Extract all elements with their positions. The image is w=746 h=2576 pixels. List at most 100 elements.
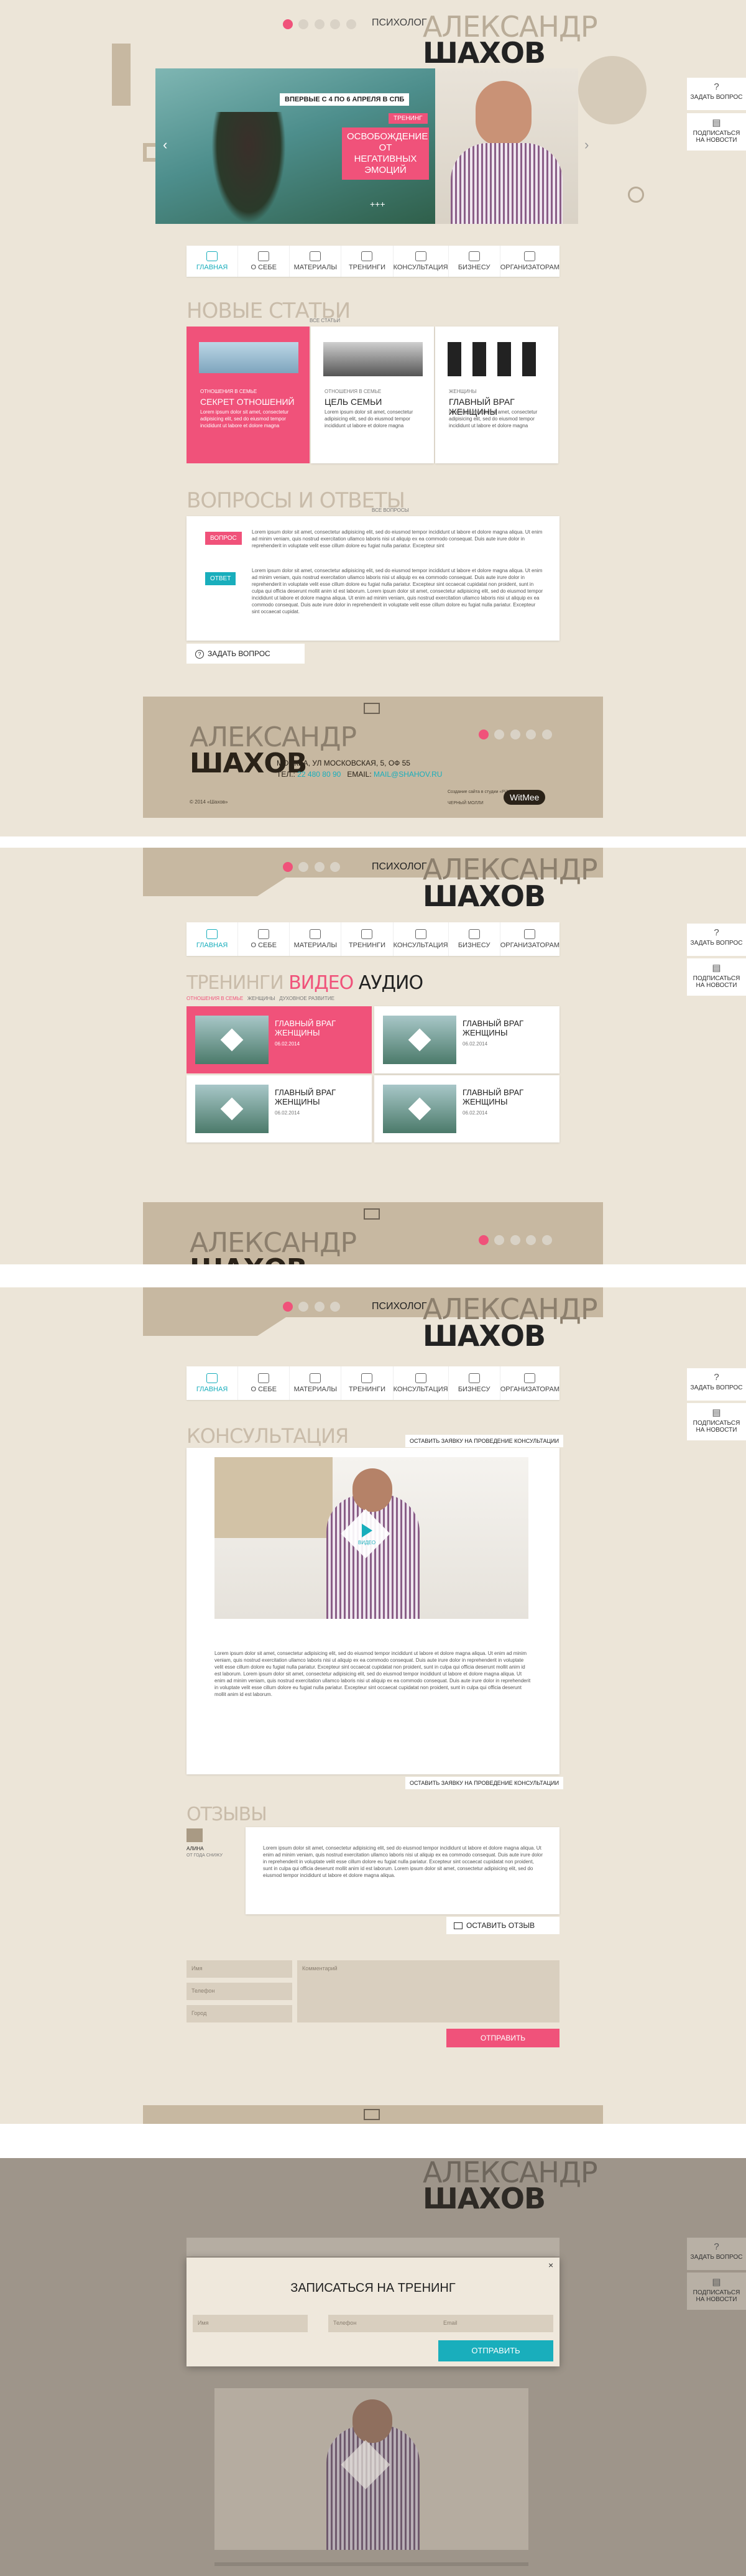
nav-organizers[interactable]: ОРГАНИЗАТОРАМ (500, 922, 560, 956)
video-card[interactable]: ГЛАВНЫЙ ВРАГ ЖЕНЩИНЫ 06.02.2014 (374, 1006, 560, 1073)
nav-organizers[interactable]: ОРГАНИЗАТОРАМ (500, 1366, 560, 1400)
arrow-left-icon[interactable]: ‹ (163, 137, 167, 153)
video-card[interactable]: ГЛАВНЫЙ ВРАГ ЖЕНЩИНЫ 06.02.2014 (186, 1006, 372, 1073)
filter-item[interactable]: ДУХОВНОЕ РАЗВИТИЕ (279, 996, 334, 1001)
consult-video[interactable]: ВИДЕО (214, 1457, 528, 1619)
hero-more[interactable]: +++ (370, 199, 385, 209)
social-icon[interactable] (526, 1235, 536, 1245)
social-icon[interactable] (510, 729, 520, 739)
tab-trainings[interactable]: ТРЕНИНГИ (186, 972, 284, 994)
consult-apply-top[interactable]: ОСТАВИТЬ ЗАЯВКУ НА ПРОВЕДЕНИЕ КОНСУЛЬТАЦ… (405, 1435, 564, 1447)
nav-home[interactable]: ГЛАВНАЯ (186, 1366, 239, 1400)
social-icon[interactable] (541, 1235, 552, 1245)
side-subscribe[interactable]: ▤ ПОДПИСАТЬСЯ НА НОВОСТИ (687, 2273, 746, 2310)
mail-icon[interactable] (364, 703, 380, 714)
mail-icon[interactable] (364, 1208, 380, 1220)
leave-review-button[interactable]: ОСТАВИТЬ ОТЗЫВ (446, 1917, 560, 1934)
social-dot[interactable] (346, 19, 356, 29)
social-icon[interactable] (494, 1235, 505, 1245)
nav-materials[interactable]: МАТЕРИАЛЫ (290, 1366, 342, 1400)
consult-title: КОНСУЛЬТАЦИЯ (186, 1424, 349, 1448)
nav-about[interactable]: О СЕБЕ (238, 246, 290, 277)
nav-home[interactable]: ГЛАВНАЯ (186, 922, 239, 956)
nav-trainings[interactable]: ТРЕНИНГИ (341, 922, 394, 956)
filter-item[interactable]: ЖЕНЩИНЫ (247, 996, 275, 1001)
review-name-field[interactable]: Имя (186, 1960, 292, 1978)
social-icon[interactable] (510, 1235, 520, 1245)
social-icon[interactable] (479, 1235, 489, 1245)
article-card[interactable]: ОТНОШЕНИЯ В СЕМЬЕ ЦЕЛЬ СЕМЬИ Lorem ipsum… (311, 327, 434, 463)
nav-about[interactable]: О СЕБЕ (238, 922, 290, 956)
social-icon[interactable] (494, 729, 505, 739)
nav-consultation[interactable]: КОНСУЛЬТАЦИЯ (394, 246, 449, 277)
social-icon[interactable] (479, 729, 489, 739)
side-subscribe[interactable]: ▤ ПОДПИСАТЬСЯ НА НОВОСТИ (687, 1403, 746, 1440)
side-ask-question[interactable]: ? ЗАДАТЬ ВОПРОС (687, 2238, 746, 2270)
studio-logo[interactable]: WitMee (504, 790, 546, 805)
social-dot[interactable] (298, 19, 309, 29)
play-icon[interactable] (408, 1097, 431, 1121)
nav-consultation[interactable]: КОНСУЛЬТАЦИЯ (394, 922, 449, 956)
mail-icon[interactable] (364, 2109, 380, 2120)
articles-all-link[interactable]: ВСЕ СТАТЬИ (310, 317, 340, 324)
review-city-field[interactable]: Город (186, 2005, 292, 2022)
nav-trainings[interactable]: ТРЕНИНГИ (341, 1366, 394, 1400)
side-subscribe[interactable]: ▤ ПОДПИСАТЬСЯ НА НОВОСТИ (687, 113, 746, 151)
nav-materials[interactable]: МАТЕРИАЛЫ (290, 246, 342, 277)
video-card[interactable]: ГЛАВНЫЙ ВРАГ ЖЕНЩИНЫ 06.02.2014 (186, 1075, 372, 1142)
modal-close-icon[interactable]: × (548, 2260, 553, 2270)
social-icon[interactable] (314, 1301, 325, 1312)
social-dot[interactable] (330, 19, 341, 29)
ask-question-button[interactable]: ? ЗАДАТЬ ВОПРОС (186, 644, 305, 664)
nav-business[interactable]: БИЗНЕСУ (449, 922, 500, 956)
modal-phone-field[interactable]: Телефон (328, 2315, 443, 2332)
hero-slider[interactable]: ВПЕРВЫЕ С 4 ПО 6 АПРЕЛЯ В СПБ ТРЕНИНГ ОС… (155, 68, 435, 224)
social-dot-active[interactable] (283, 19, 293, 29)
article-card[interactable]: ОТНОШЕНИЯ В СЕМЬЕ СЕКРЕТ ОТНОШЕНИЙ Lorem… (186, 327, 310, 463)
social-icon[interactable] (298, 861, 309, 872)
filter-item[interactable]: ОТНОШЕНИЯ В СЕМЬЕ (186, 996, 243, 1001)
social-icon[interactable] (526, 729, 536, 739)
video-date: 06.02.2014 (275, 1110, 300, 1116)
social-icon[interactable] (330, 861, 341, 872)
review-comment-field[interactable]: Комментарий (297, 1960, 560, 2022)
review-submit-button[interactable]: ОТПРАВИТЬ (446, 2029, 560, 2047)
article-card[interactable]: ЖЕНЩИНЫ ГЛАВНЫЙ ВРАГ ЖЕНЩИНЫ Lorem ipsum… (435, 327, 558, 463)
side-ask-question[interactable]: ? ЗАДАТЬ ВОПРОС (687, 78, 746, 110)
play-icon[interactable] (220, 1097, 244, 1121)
nav-about[interactable]: О СЕБЕ (238, 1366, 290, 1400)
nav-home[interactable]: ГЛАВНАЯ (186, 246, 239, 277)
side-subscribe[interactable]: ▤ ПОДПИСАТЬСЯ НА НОВОСТИ (687, 958, 746, 996)
consult-apply-bottom[interactable]: ОСТАВИТЬ ЗАЯВКУ НА ПРОВЕДЕНИЕ КОНСУЛЬТАЦ… (405, 1777, 564, 1789)
social-icon[interactable] (330, 1301, 341, 1312)
social-dot[interactable] (314, 19, 325, 29)
nav-business[interactable]: БИЗНЕСУ (449, 1366, 500, 1400)
video-thumbnail (383, 1016, 456, 1064)
nav-consultation[interactable]: КОНСУЛЬТАЦИЯ (394, 1366, 449, 1400)
modal-submit-button[interactable]: ОТПРАВИТЬ (438, 2340, 553, 2361)
nav-trainings[interactable]: ТРЕНИНГИ (341, 246, 394, 277)
tab-audio[interactable]: АУДИО (359, 972, 423, 994)
video-person (326, 1494, 420, 1619)
nav-business[interactable]: БИЗНЕСУ (449, 246, 500, 277)
social-icon[interactable] (541, 729, 552, 739)
side-ask-question[interactable]: ? ЗАДАТЬ ВОПРОС (687, 1368, 746, 1401)
modal-email-field[interactable]: Email (438, 2315, 553, 2332)
social-icon[interactable] (314, 861, 325, 872)
side-ask-question[interactable]: ? ЗАДАТЬ ВОПРОС (687, 924, 746, 956)
review-phone-field[interactable]: Телефон (186, 1983, 292, 2000)
footer-email[interactable]: MAIL@SHAHOV.RU (374, 770, 442, 779)
qa-all-link[interactable]: ВСЕ ВОПРОСЫ (372, 507, 409, 514)
play-icon[interactable] (408, 1028, 431, 1052)
social-icon[interactable] (298, 1301, 309, 1312)
social-icon[interactable] (283, 1301, 293, 1312)
social-icon[interactable] (283, 861, 293, 872)
modal-name-field[interactable]: Имя (193, 2315, 308, 2332)
video-card[interactable]: ГЛАВНЫЙ ВРАГ ЖЕНЩИНЫ 06.02.2014 (374, 1075, 560, 1142)
arrow-right-icon[interactable]: › (584, 137, 589, 153)
nav-materials[interactable]: МАТЕРИАЛЫ (290, 922, 342, 956)
nav-organizers[interactable]: ОРГАНИЗАТОРАМ (500, 246, 560, 277)
tab-video[interactable]: ВИДЕО (288, 972, 354, 994)
footer-tel[interactable]: 22 480 80 90 (297, 770, 341, 779)
play-icon[interactable] (220, 1028, 244, 1052)
